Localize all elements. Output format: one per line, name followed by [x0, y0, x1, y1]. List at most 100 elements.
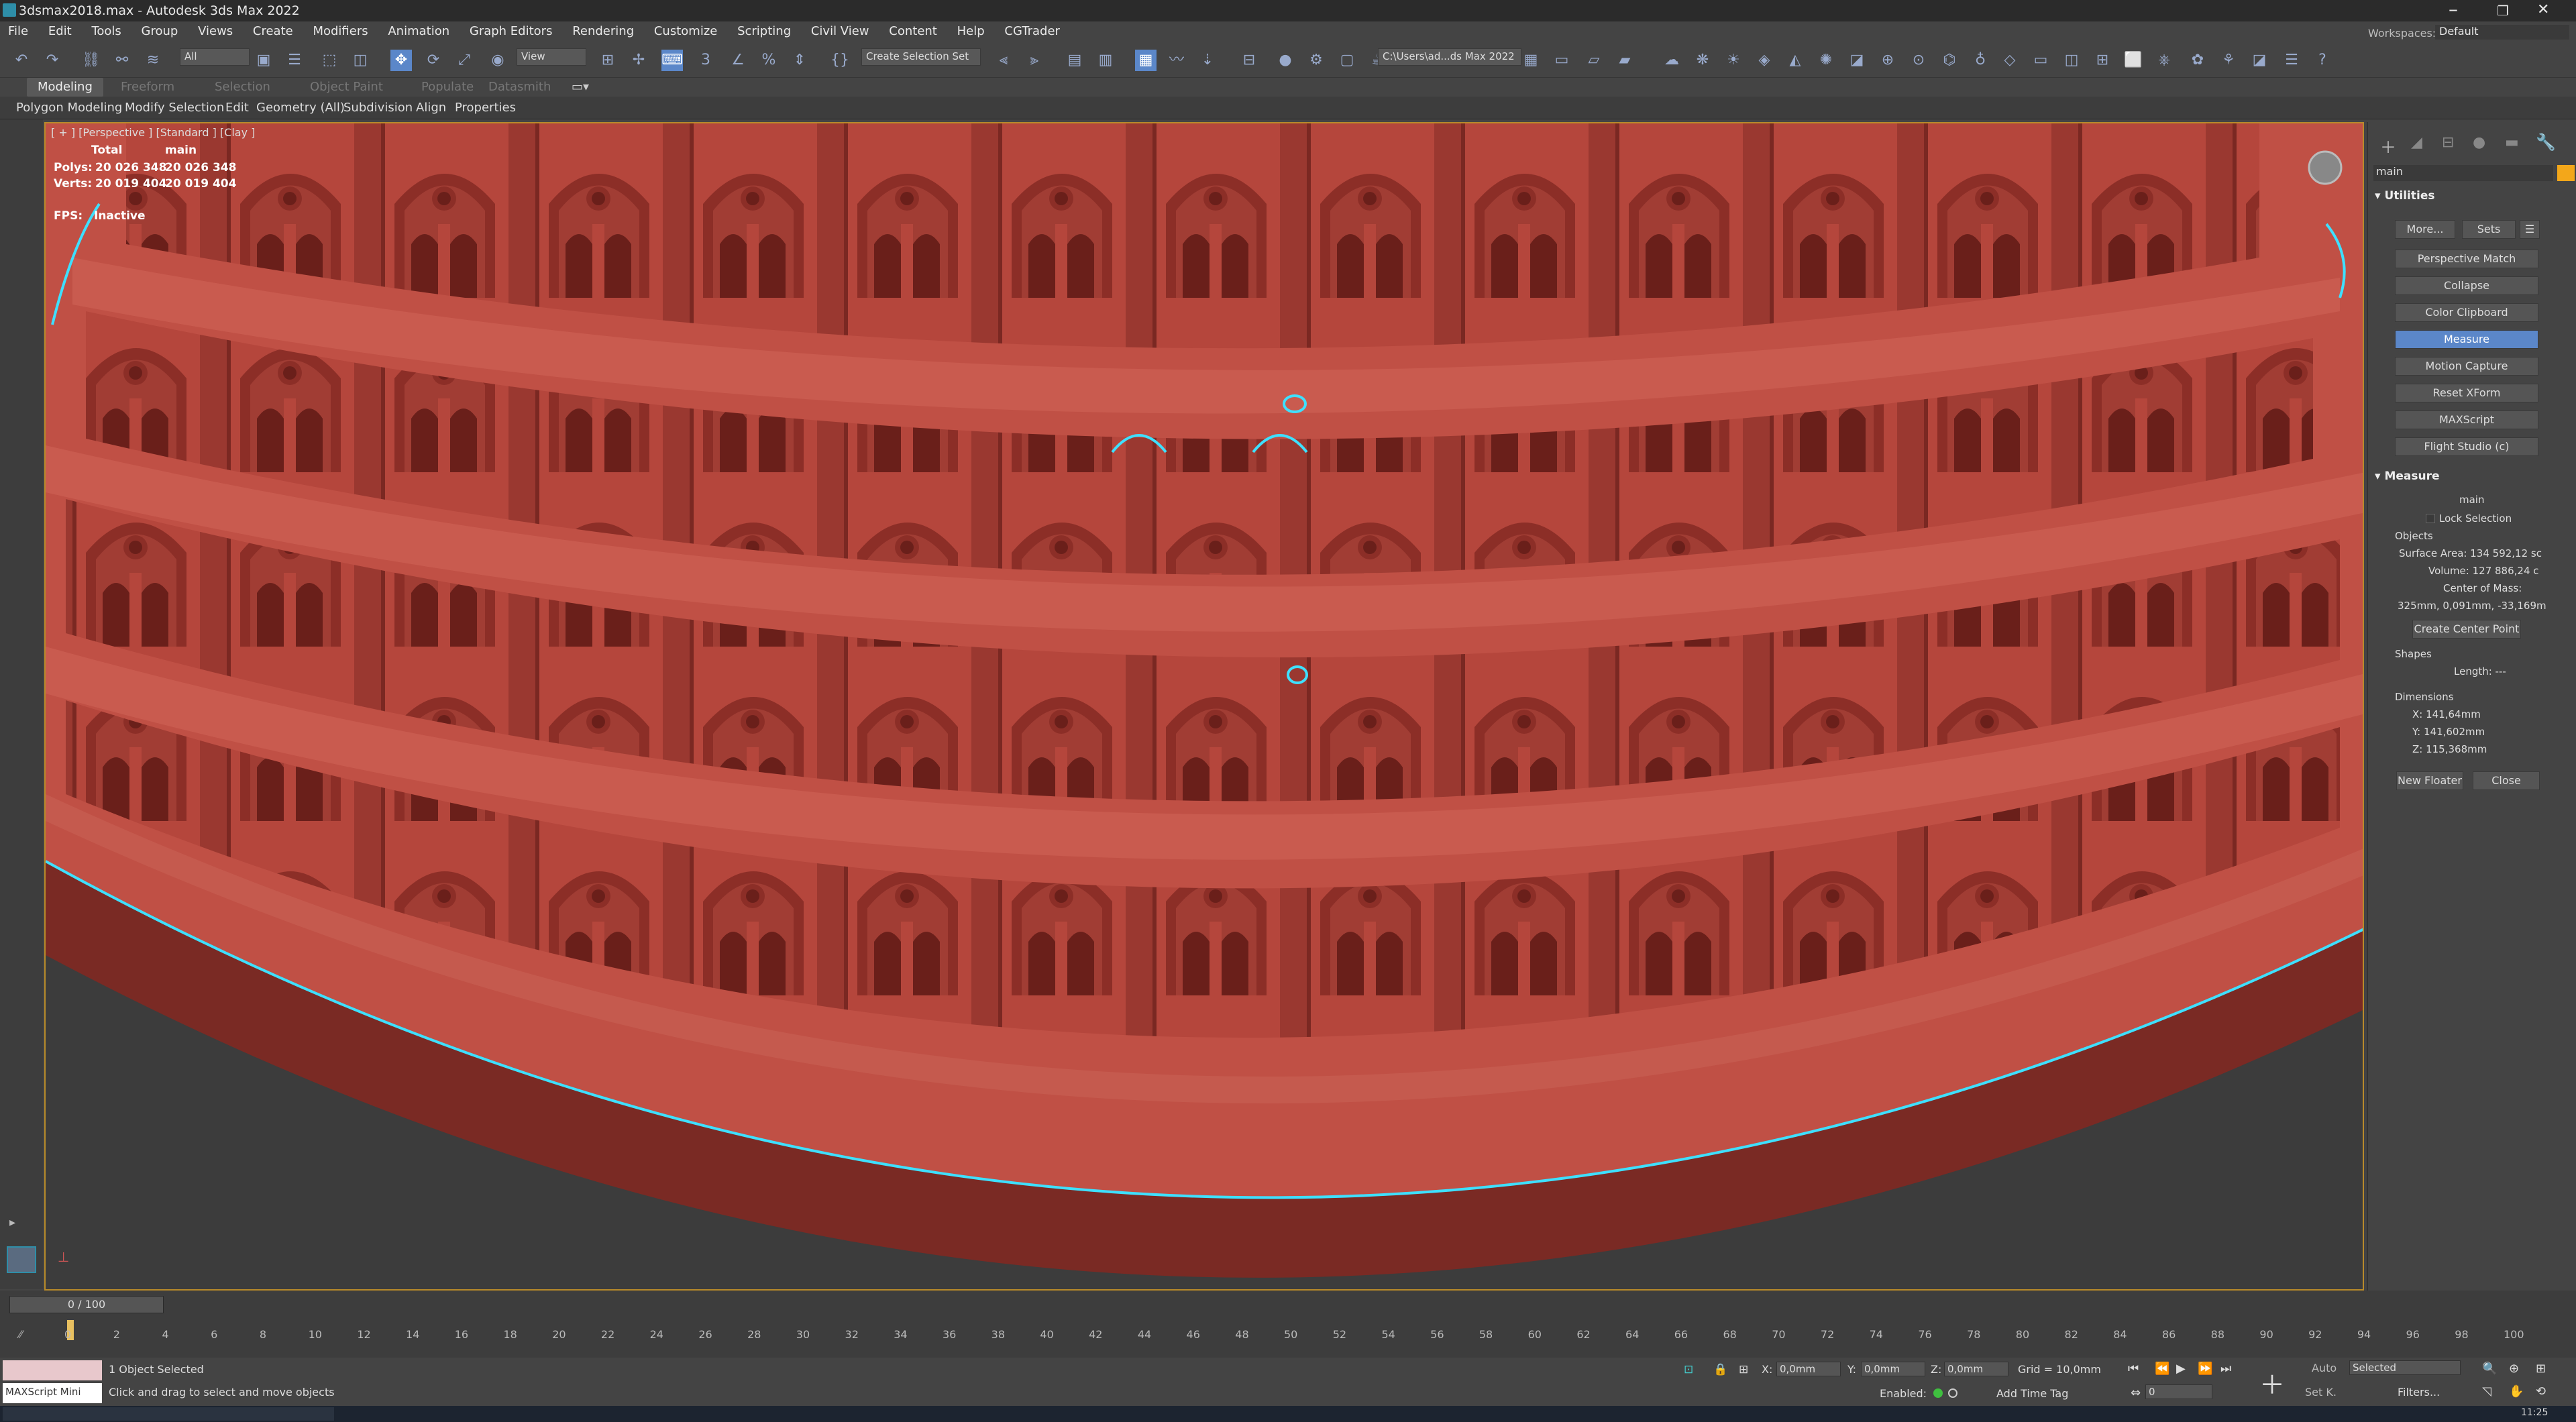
key-filters-button[interactable]: Filters... — [2398, 1386, 2440, 1399]
percent-snap-icon[interactable]: % — [758, 50, 780, 71]
enabled-indicator-icon[interactable] — [1933, 1388, 1943, 1398]
menu-file[interactable]: File — [0, 21, 36, 38]
bulb-icon[interactable]: ♁ — [1970, 50, 1991, 71]
timeline-tick[interactable]: 88 — [2211, 1328, 2224, 1341]
timeline-tick[interactable]: 22 — [601, 1328, 614, 1341]
field-of-view-icon[interactable]: ◹ — [2482, 1384, 2491, 1399]
timeline-tick[interactable]: 10 — [309, 1328, 322, 1341]
save-icon[interactable]: ▰ — [1614, 50, 1635, 71]
explorer-icon[interactable]: ▦ — [1520, 50, 1542, 71]
timeline-tick[interactable]: 38 — [991, 1328, 1005, 1341]
project-path-dropdown[interactable]: C:\Users\ad...ds Max 2022 — [1378, 48, 1521, 66]
maxscript-mini-input[interactable]: MAXScript Mini — [3, 1383, 102, 1403]
menu-civil-view[interactable]: Civil View — [803, 21, 877, 38]
timeline-tick[interactable]: 14 — [406, 1328, 419, 1341]
display-tab-icon[interactable]: ▬ — [2505, 134, 2519, 151]
timeline-tick[interactable]: 56 — [1430, 1328, 1444, 1341]
utility-motion-capture[interactable]: Motion Capture — [2395, 357, 2538, 376]
timeline-tick[interactable]: 0 — [64, 1328, 71, 1341]
help-icon[interactable]: ? — [2312, 50, 2333, 71]
z-coord-field[interactable]: 0,0mm — [1944, 1362, 2008, 1376]
close-window-icon[interactable]: ✕ — [2537, 1, 2549, 18]
timeline-tick[interactable]: 94 — [2357, 1328, 2371, 1341]
keyboard-shortcut-icon[interactable]: ⌨ — [661, 50, 683, 71]
object-name-field[interactable]: main — [2373, 165, 2553, 181]
timeline-tick[interactable]: 8 — [260, 1328, 266, 1341]
zoom-all-icon[interactable]: ⊕ — [2509, 1362, 2519, 1376]
timeline-tick[interactable]: 60 — [1528, 1328, 1542, 1341]
timeline-tick[interactable]: 44 — [1138, 1328, 1151, 1341]
timeline-tick[interactable]: 62 — [1576, 1328, 1590, 1341]
tab-modeling[interactable]: Modeling — [27, 78, 103, 97]
zoom-extents-icon[interactable]: ⊞ — [2536, 1362, 2546, 1376]
viewport-label[interactable]: [ + ] [Perspective ] [Standard ] [Clay ] — [51, 126, 255, 139]
timeline-tick[interactable]: 40 — [1040, 1328, 1053, 1341]
timeline-tick[interactable]: 100 — [2504, 1328, 2524, 1341]
hierarchy-tab-icon[interactable]: ⊟ — [2442, 134, 2454, 151]
absolute-mode-icon[interactable]: ⊞ — [1739, 1363, 1748, 1376]
layer-explorer-icon[interactable]: ▥ — [1095, 50, 1116, 71]
helper-icon[interactable]: ⊕ — [1877, 50, 1898, 71]
select-by-name-icon[interactable]: ☰ — [284, 50, 305, 71]
timeline-tick[interactable]: 72 — [1821, 1328, 1834, 1341]
key-mode-icon[interactable]: ⇔ — [2131, 1386, 2141, 1400]
frame-icon[interactable]: ⬜ — [2123, 50, 2144, 71]
timeline-tick[interactable]: 48 — [1235, 1328, 1248, 1341]
prev-key-icon[interactable]: ⏪ — [2155, 1362, 2169, 1376]
select-rotate-icon[interactable]: ⟳ — [423, 50, 444, 71]
undo-icon[interactable]: ↶ — [11, 50, 32, 71]
menu-content[interactable]: Content — [881, 21, 945, 38]
configure-sets-icon[interactable]: ☰ — [2520, 220, 2540, 239]
menu-group[interactable]: Group — [133, 21, 186, 38]
close-measure-button[interactable]: Close — [2473, 771, 2540, 790]
selection-lock-icon[interactable]: 🔒 — [1713, 1363, 1727, 1376]
set-key-icon[interactable]: ＋ — [2259, 1364, 2285, 1401]
open-icon[interactable]: ▱ — [1583, 50, 1605, 71]
create-tab-icon[interactable]: ＋ — [2380, 134, 2396, 158]
mirror-icon[interactable]: ⫷ — [993, 50, 1014, 71]
sunflower-icon[interactable]: ✿ — [2187, 50, 2208, 71]
material-editor-icon[interactable]: ● — [1275, 50, 1296, 71]
ribbon-toggle-icon[interactable]: ▦ — [1135, 50, 1157, 71]
display-icon[interactable]: ▭ — [2030, 50, 2051, 71]
align-icon[interactable]: ⫸ — [1024, 50, 1045, 71]
timeline-tick[interactable]: 78 — [1967, 1328, 1980, 1341]
timeline-tick[interactable]: 86 — [2162, 1328, 2176, 1341]
timeline-tick[interactable]: 58 — [1479, 1328, 1493, 1341]
grid-icon[interactable]: ⊞ — [2092, 50, 2113, 71]
auto-key-button[interactable]: Auto — [2312, 1362, 2337, 1374]
current-frame-field[interactable]: 0 — [2145, 1384, 2212, 1399]
timeline-tick[interactable]: 34 — [894, 1328, 907, 1341]
utility-flight-studio[interactable]: Flight Studio (c) — [2395, 437, 2538, 456]
minimize-icon[interactable]: – — [2449, 0, 2458, 19]
restore-icon[interactable]: ❐ — [2497, 3, 2509, 19]
menu-rendering[interactable]: Rendering — [564, 21, 642, 38]
timeline-tick[interactable]: 6 — [211, 1328, 217, 1341]
timeline-tick[interactable]: 80 — [2016, 1328, 2029, 1341]
panel-align[interactable]: Align — [416, 101, 446, 115]
system-icon[interactable]: ⌬ — [1939, 50, 1960, 71]
expand-arrow-icon[interactable]: ▸ — [9, 1215, 15, 1229]
timeline-tick[interactable]: 82 — [2065, 1328, 2078, 1341]
unlink-icon[interactable]: ⚯ — [111, 50, 133, 71]
modify-tab-icon[interactable]: ◢ — [2411, 134, 2422, 151]
panel-properties[interactable]: Properties — [455, 101, 516, 115]
folder-icon[interactable]: ▭ — [1551, 50, 1572, 71]
utilities-rollout[interactable]: ▾ Utilities — [2375, 189, 2434, 203]
pivot-icon[interactable]: ⊞ — [597, 50, 619, 71]
menu-edit[interactable]: Edit — [40, 21, 80, 38]
rect-selection-icon[interactable]: ⬚ — [319, 50, 340, 71]
adaptive-degradation-icon[interactable] — [1948, 1388, 1957, 1398]
timeline-tick[interactable]: 92 — [2308, 1328, 2322, 1341]
bind-spacewarp-icon[interactable]: ≋ — [142, 50, 164, 71]
select-move-icon[interactable]: ✥ — [390, 50, 412, 71]
timeline-tick[interactable]: 28 — [747, 1328, 761, 1341]
timeline-tick[interactable]: 52 — [1333, 1328, 1346, 1341]
menu-create[interactable]: Create — [245, 21, 301, 38]
teapot-icon[interactable]: ☁ — [1661, 50, 1682, 71]
timeline-tick[interactable]: 42 — [1089, 1328, 1102, 1341]
timeline-tick[interactable]: 20 — [552, 1328, 566, 1341]
link-icon[interactable]: ⛓ — [80, 50, 102, 71]
timeline-tick[interactable]: 66 — [1674, 1328, 1688, 1341]
lock-selection-checkbox[interactable] — [2426, 514, 2435, 523]
